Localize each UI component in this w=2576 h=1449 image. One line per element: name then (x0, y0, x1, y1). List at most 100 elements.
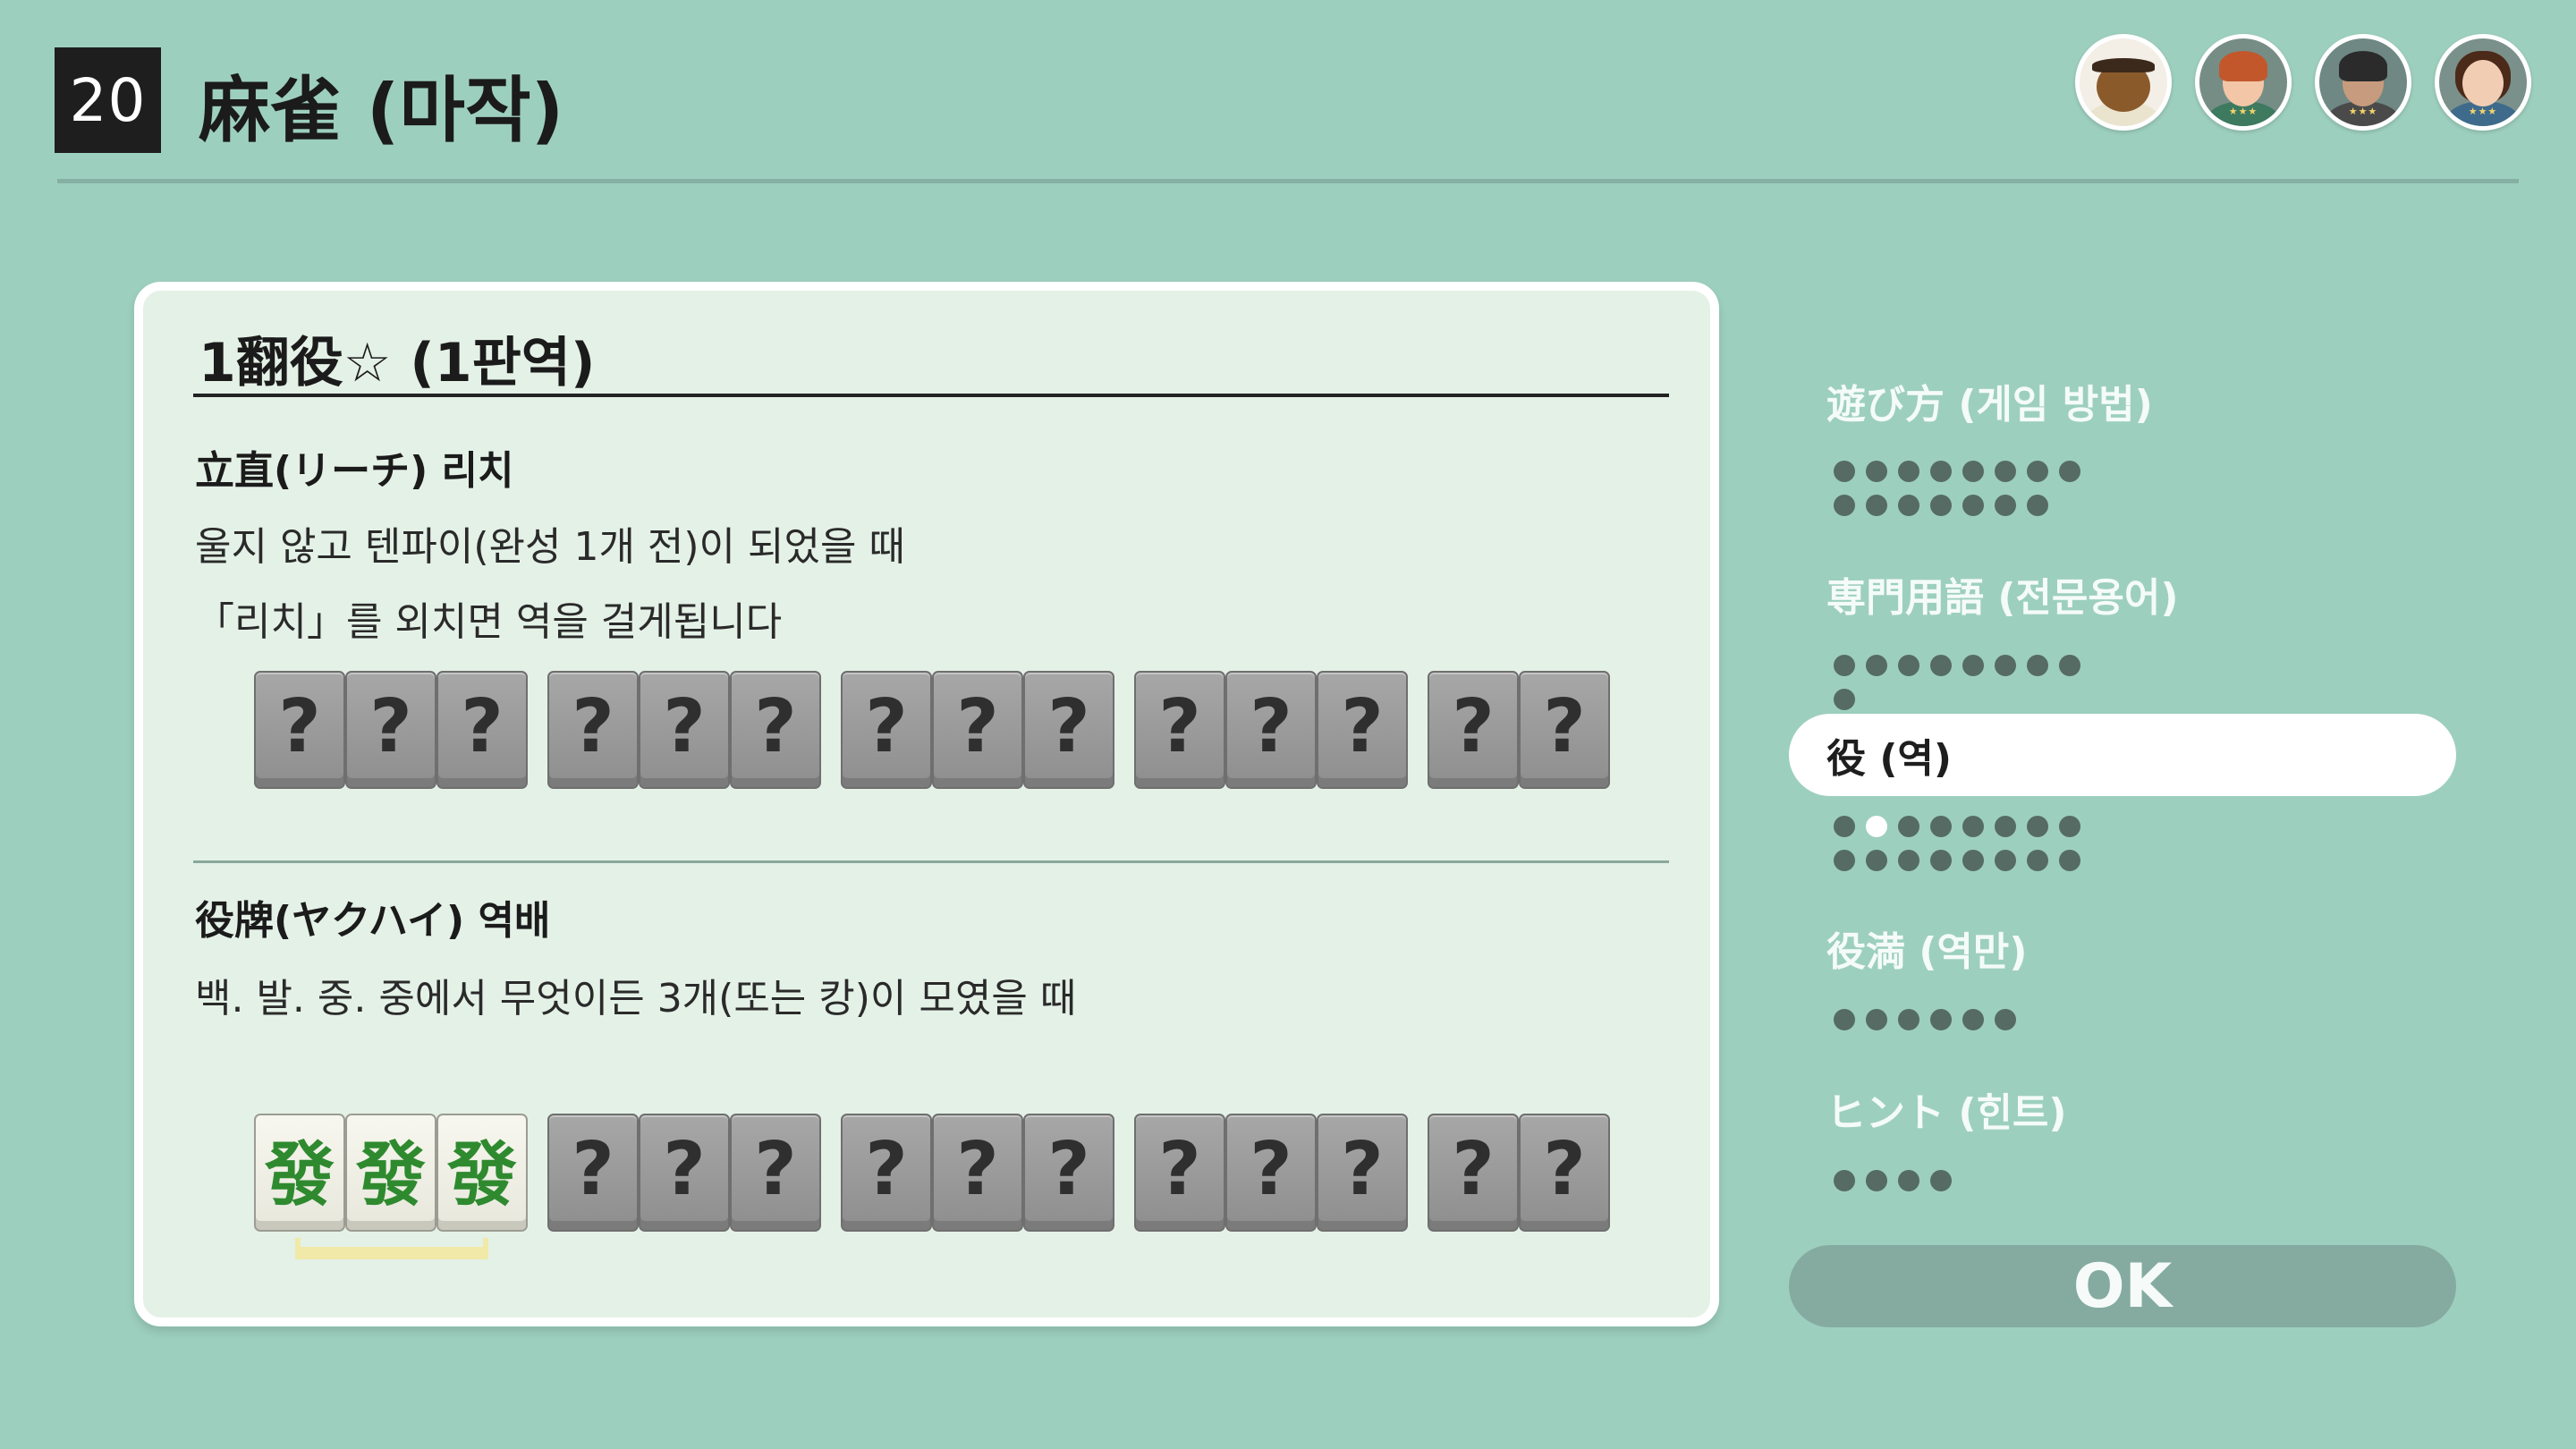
menu-item-how-to-play[interactable]: 遊び方 (게임 방법) (1789, 360, 2456, 442)
page-dot (1898, 495, 1919, 516)
hidden-tile: ? (1317, 671, 1408, 789)
page-dot (1930, 850, 1952, 871)
page-dot (1995, 461, 2016, 482)
avatar-hair-icon (2339, 51, 2387, 81)
hidden-tile: ? (730, 671, 821, 789)
section-description-line: 「리치」를 외치면 역을 걸게됩니다 (195, 599, 783, 645)
menu-item-yaku[interactable]: 役 (역) (1789, 714, 2456, 796)
page-dot (2027, 655, 2048, 676)
tile-highlight-bar (295, 1238, 488, 1259)
hidden-tile: ? (1134, 671, 1225, 789)
hidden-tile: ? (1519, 671, 1610, 789)
page-dots-how-to-play (1834, 461, 2102, 516)
page-dot (1995, 850, 2016, 871)
page-dot (1930, 1009, 1952, 1030)
page-dot (1962, 1009, 1984, 1030)
player-avatar-2[interactable]: ★★★ (2195, 34, 2292, 131)
avatar-face-icon (2462, 60, 2504, 106)
page-dot (1866, 461, 1887, 482)
hidden-tile: ? (436, 671, 528, 789)
page-dot (1866, 1170, 1887, 1191)
page-dot (1930, 655, 1952, 676)
hidden-tile: ? (1225, 1114, 1317, 1232)
player-avatar-4[interactable]: ★★★ (2435, 34, 2531, 131)
tile-row-yakuhai: 發發發??????????? (254, 1114, 1610, 1232)
menu-item-terminology[interactable]: 専門用語 (전문용어) (1789, 553, 2456, 635)
hidden-tile: ? (1023, 671, 1114, 789)
page-dot (1962, 655, 1984, 676)
hidden-tile: ? (932, 1114, 1023, 1232)
page-dot (1834, 1009, 1855, 1030)
section-heading-yakuhai: 役牌(ヤクハイ) 역배 (195, 898, 551, 944)
page-dot (1930, 495, 1952, 516)
section-divider (193, 860, 1669, 863)
page-dot (1866, 655, 1887, 676)
tile-group: ??? (254, 671, 528, 789)
page-dot (1834, 850, 1855, 871)
raccoon-ears-icon (2092, 58, 2155, 72)
page-dot (1962, 461, 1984, 482)
page-dot-current (1866, 816, 1887, 837)
hidden-tile: ? (639, 671, 730, 789)
menu-item-hint[interactable]: ヒント (힌트) (1789, 1068, 2456, 1150)
page-title: 麻雀 (마작) (199, 69, 564, 152)
hidden-tile: ? (254, 671, 345, 789)
ok-button[interactable]: OK (1789, 1245, 2456, 1327)
player-avatar-1[interactable] (2075, 34, 2172, 131)
hidden-tile: ? (1225, 671, 1317, 789)
page-dot (2059, 655, 2080, 676)
page-dot (1834, 689, 1855, 710)
hidden-tile: ? (841, 671, 932, 789)
header-divider (57, 179, 2519, 183)
green-dragon-tile: 發 (345, 1114, 436, 1232)
hidden-tile: ? (1428, 671, 1519, 789)
hidden-tile: ? (932, 671, 1023, 789)
hidden-tile: ? (639, 1114, 730, 1232)
rules-card: 1翻役☆ (1판역) 立直(リーチ) 리치 울지 않고 텐파이(완성 1개 전)… (134, 282, 1719, 1326)
page-dots-hint (1834, 1170, 2102, 1191)
page-dot (1995, 1009, 2016, 1030)
title-divider (193, 394, 1669, 397)
section-heading-riichi: 立直(リーチ) 리치 (195, 448, 514, 494)
tile-group: ??? (547, 1114, 821, 1232)
page-dot (1930, 1170, 1952, 1191)
page-dots-yaku (1834, 816, 2102, 871)
player-avatars: ★★★ ★★★ ★★★ (2075, 34, 2531, 131)
menu-item-yakuman[interactable]: 役満 (역만) (1789, 907, 2456, 989)
rank-stars: ★★★ (2228, 106, 2258, 117)
page-dot (1995, 655, 2016, 676)
tile-group: ?? (1428, 671, 1610, 789)
tile-group: ??? (841, 671, 1114, 789)
tile-group: ??? (841, 1114, 1114, 1232)
section-description-line: 백. 발. 중. 중에서 무엇이든 3개(또는 캉)이 모였을 때 (195, 976, 1077, 1021)
tile-group: ??? (1134, 1114, 1408, 1232)
page-dot (1930, 461, 1952, 482)
page-dot (2059, 816, 2080, 837)
page-dot (1834, 461, 1855, 482)
player-avatar-3[interactable]: ★★★ (2315, 34, 2411, 131)
card-title: 1翻役☆ (1판역) (199, 332, 596, 394)
hidden-tile: ? (730, 1114, 821, 1232)
green-dragon-tile: 發 (436, 1114, 528, 1232)
hidden-tile: ? (841, 1114, 932, 1232)
page-dot (2027, 495, 2048, 516)
page-dot (1866, 850, 1887, 871)
hidden-tile: ? (1428, 1114, 1519, 1232)
tile-row-riichi: ?????????????? (254, 671, 1610, 789)
game-number-badge: 20 (55, 47, 161, 153)
section-description-line: 울지 않고 텐파이(완성 1개 전)이 되었을 때 (195, 524, 905, 570)
page-dots-terminology (1834, 655, 2102, 710)
page-dot (1898, 850, 1919, 871)
page-dots-yakuman (1834, 1009, 2102, 1030)
page-dot (1898, 1170, 1919, 1191)
page-dot (1834, 1170, 1855, 1191)
tile-group: 發發發 (254, 1114, 528, 1232)
page-dot (1834, 655, 1855, 676)
green-dragon-tile: 發 (254, 1114, 345, 1232)
page-dot (1930, 816, 1952, 837)
page-dot (1898, 1009, 1919, 1030)
page-dot (1995, 816, 2016, 837)
rank-stars: ★★★ (2468, 106, 2498, 117)
page-dot (1898, 655, 1919, 676)
avatar-hair-icon (2219, 51, 2267, 81)
